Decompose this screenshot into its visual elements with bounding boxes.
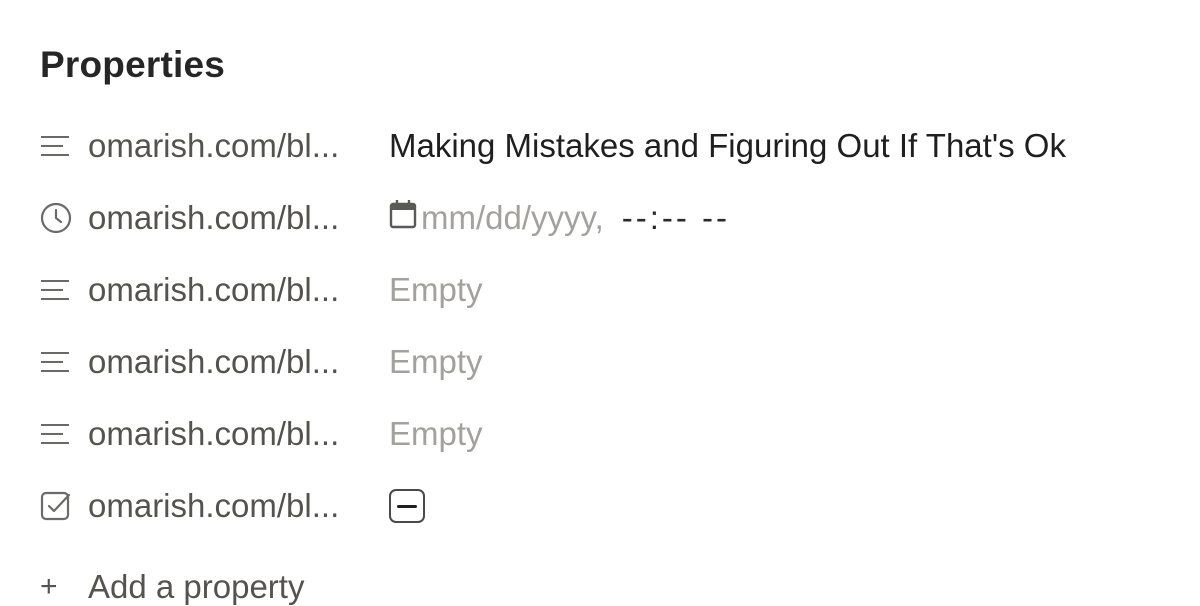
property-row: omarish.com/bl... xyxy=(40,470,1180,542)
date-placeholder: mm/dd/yyyy, xyxy=(421,199,604,236)
text-lines-icon xyxy=(40,418,72,450)
property-key-label: omarish.com/bl... xyxy=(88,415,340,452)
properties-list: omarish.com/bl... Making Mistakes and Fi… xyxy=(40,110,1180,542)
property-value-empty[interactable]: Empty xyxy=(389,398,483,470)
property-row: omarish.com/bl... mm/dd/yyyy, --:-- -- xyxy=(40,182,1180,254)
property-row: omarish.com/bl... Empty xyxy=(40,254,1180,326)
property-key-label: omarish.com/bl... xyxy=(88,127,340,164)
add-property-label: Add a property xyxy=(88,568,305,605)
property-key[interactable]: omarish.com/bl... xyxy=(40,326,389,398)
property-row: omarish.com/bl... Empty xyxy=(40,326,1180,398)
property-key[interactable]: omarish.com/bl... xyxy=(40,254,389,326)
property-key-label: omarish.com/bl... xyxy=(88,487,340,524)
property-key-label: omarish.com/bl... xyxy=(88,343,340,380)
property-key[interactable]: omarish.com/bl... xyxy=(40,110,389,182)
text-lines-icon xyxy=(40,274,72,306)
property-value-empty[interactable]: Empty xyxy=(389,326,483,398)
date-time-input[interactable]: mm/dd/yyyy, --:-- -- xyxy=(389,182,730,254)
properties-panel: Properties omarish.com/bl... Making Mist… xyxy=(40,0,1180,605)
property-key-label: omarish.com/bl... xyxy=(88,199,340,236)
property-key[interactable]: omarish.com/bl... xyxy=(40,398,389,470)
time-placeholder: --:-- -- xyxy=(621,199,731,236)
property-row: omarish.com/bl... Empty xyxy=(40,398,1180,470)
property-row: omarish.com/bl... Making Mistakes and Fi… xyxy=(40,110,1180,182)
clock-icon xyxy=(40,202,72,234)
minus-icon xyxy=(397,504,417,508)
property-key-label: omarish.com/bl... xyxy=(88,271,340,308)
text-lines-icon xyxy=(40,130,72,162)
property-key[interactable]: omarish.com/bl... xyxy=(40,182,389,254)
calendar-icon[interactable] xyxy=(389,199,417,237)
property-key[interactable]: omarish.com/bl... xyxy=(40,470,389,542)
property-value[interactable]: Making Mistakes and Figuring Out If That… xyxy=(389,110,1066,182)
indeterminate-checkbox[interactable] xyxy=(389,489,425,523)
text-lines-icon xyxy=(40,346,72,378)
property-value-empty[interactable]: Empty xyxy=(389,254,483,326)
properties-heading: Properties xyxy=(40,44,226,85)
add-property-button[interactable]: + Add a property xyxy=(40,568,304,606)
property-value-checkbox-cell xyxy=(389,470,425,542)
checkbox-icon xyxy=(40,490,72,522)
plus-icon: + xyxy=(40,570,58,603)
